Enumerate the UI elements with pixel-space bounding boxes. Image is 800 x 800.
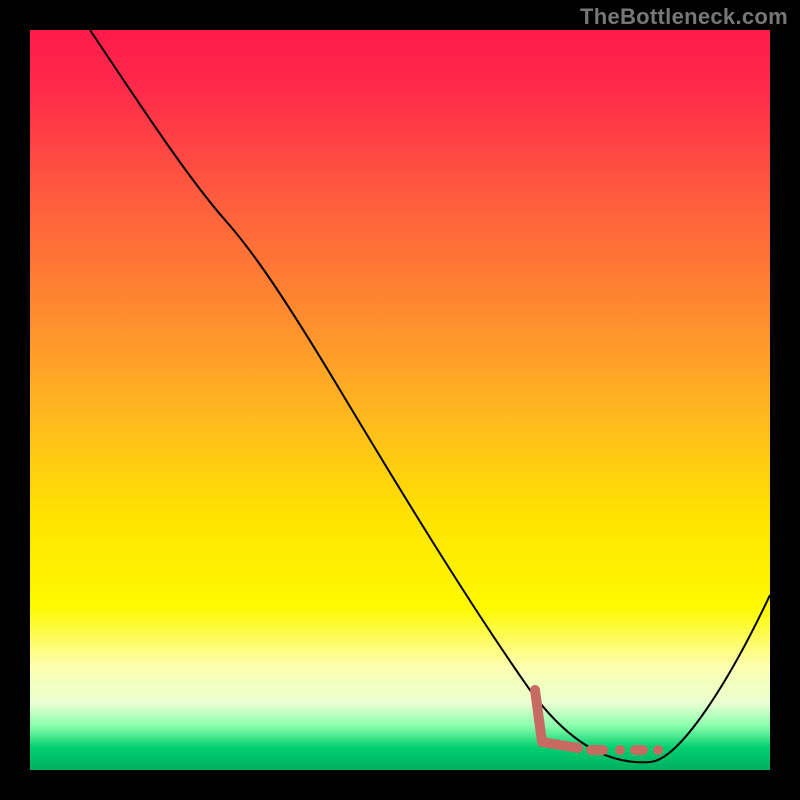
marker-L: [535, 690, 578, 748]
chart-plot-area: [30, 30, 770, 770]
attribution-text: TheBottleneck.com: [580, 4, 788, 30]
chart-svg-layer: [30, 30, 770, 770]
curve-main: [90, 30, 770, 762]
marker-dots: [586, 745, 663, 755]
